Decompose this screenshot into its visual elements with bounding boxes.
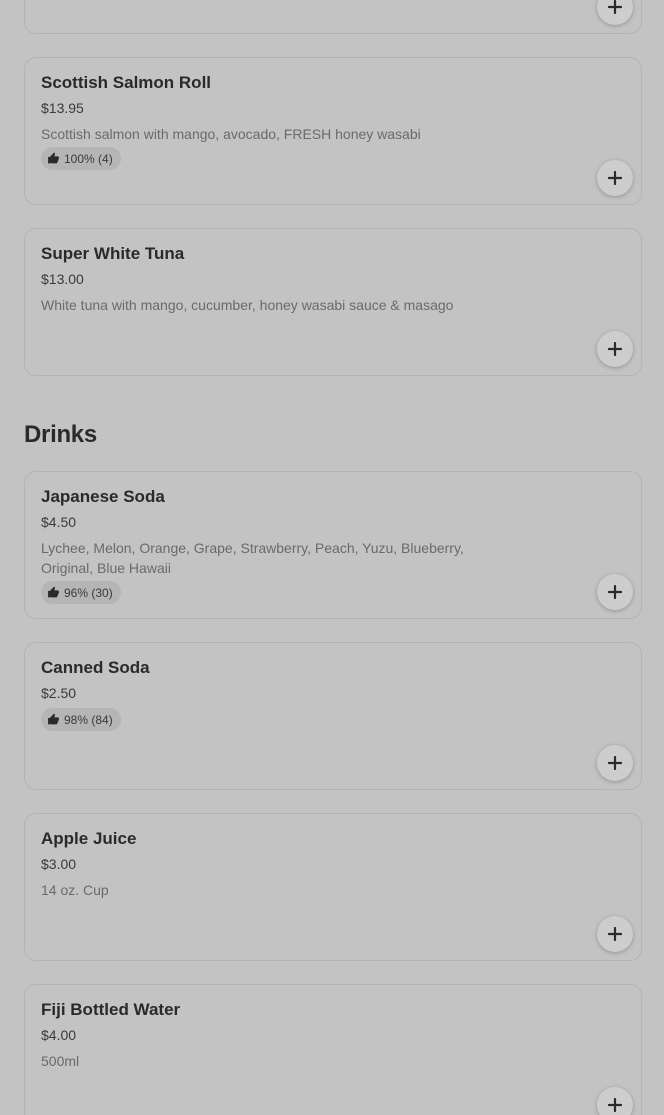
add-item-button[interactable] [597, 160, 633, 196]
rating-text: 98% (84) [64, 712, 113, 727]
item-description: 500ml [41, 1053, 80, 1069]
plus-icon [608, 927, 622, 941]
menu-item-card[interactable]: Canned Soda $2.50 98% (84) [24, 642, 642, 790]
plus-icon [608, 1098, 622, 1112]
item-price: $2.50 [41, 685, 77, 701]
item-description: White tuna with mango, cucumber, honey w… [41, 297, 454, 313]
add-item-button[interactable] [597, 1087, 633, 1115]
menu-item-card[interactable]: Fiji Bottled Water $4.00 500ml [24, 984, 642, 1115]
plus-icon [608, 585, 622, 599]
rating-text: 100% (4) [64, 151, 113, 166]
item-price: $13.00 [41, 271, 84, 287]
rating-text: 96% (30) [64, 585, 113, 600]
menu-page: Scottish Salmon Roll $13.95 Scottish sal… [0, 0, 664, 1115]
item-name: Scottish Salmon Roll [41, 73, 212, 92]
add-item-button[interactable] [597, 574, 633, 610]
item-name: Fiji Bottled Water [41, 1000, 181, 1019]
plus-icon [608, 342, 622, 356]
item-name: Japanese Soda [41, 487, 165, 506]
item-name: Super White Tuna [41, 244, 185, 263]
item-price: $13.95 [41, 100, 84, 116]
thumbs-up-icon [48, 586, 59, 598]
add-item-button[interactable] [597, 916, 633, 952]
rating-badge: 100% (4) [41, 147, 121, 170]
menu-item-card[interactable]: Japanese Soda $4.50 Lychee, Melon, Orang… [24, 471, 642, 619]
item-price: $4.00 [41, 1027, 77, 1043]
item-description: Scottish salmon with mango, avocado, FRE… [41, 126, 421, 142]
menu-item-card[interactable]: Scottish Salmon Roll $13.95 Scottish sal… [24, 57, 642, 205]
item-price: $4.50 [41, 514, 77, 530]
add-item-button[interactable] [597, 745, 633, 781]
plus-icon [608, 171, 622, 185]
thumbs-up-icon [48, 713, 59, 725]
thumbs-up-icon [48, 152, 59, 164]
add-item-button[interactable] [597, 331, 633, 367]
rating-badge: 98% (84) [41, 708, 121, 731]
item-name: Canned Soda [41, 658, 150, 677]
add-item-button[interactable] [597, 0, 633, 25]
item-price: $3.00 [41, 856, 77, 872]
menu-item-card[interactable] [24, 0, 642, 34]
item-description: 14 oz. Cup [41, 882, 109, 898]
item-name: Apple Juice [41, 829, 137, 848]
plus-icon [608, 0, 622, 14]
menu-item-card[interactable]: Apple Juice $3.00 14 oz. Cup [24, 813, 642, 961]
rating-badge: 96% (30) [41, 581, 121, 604]
item-description: Lychee, Melon, Orange, Grape, Strawberry… [41, 540, 464, 576]
section-title-drinks: Drinks [24, 421, 97, 448]
menu-item-card[interactable]: Super White Tuna $13.00 White tuna with … [24, 228, 642, 376]
plus-icon [608, 756, 622, 770]
